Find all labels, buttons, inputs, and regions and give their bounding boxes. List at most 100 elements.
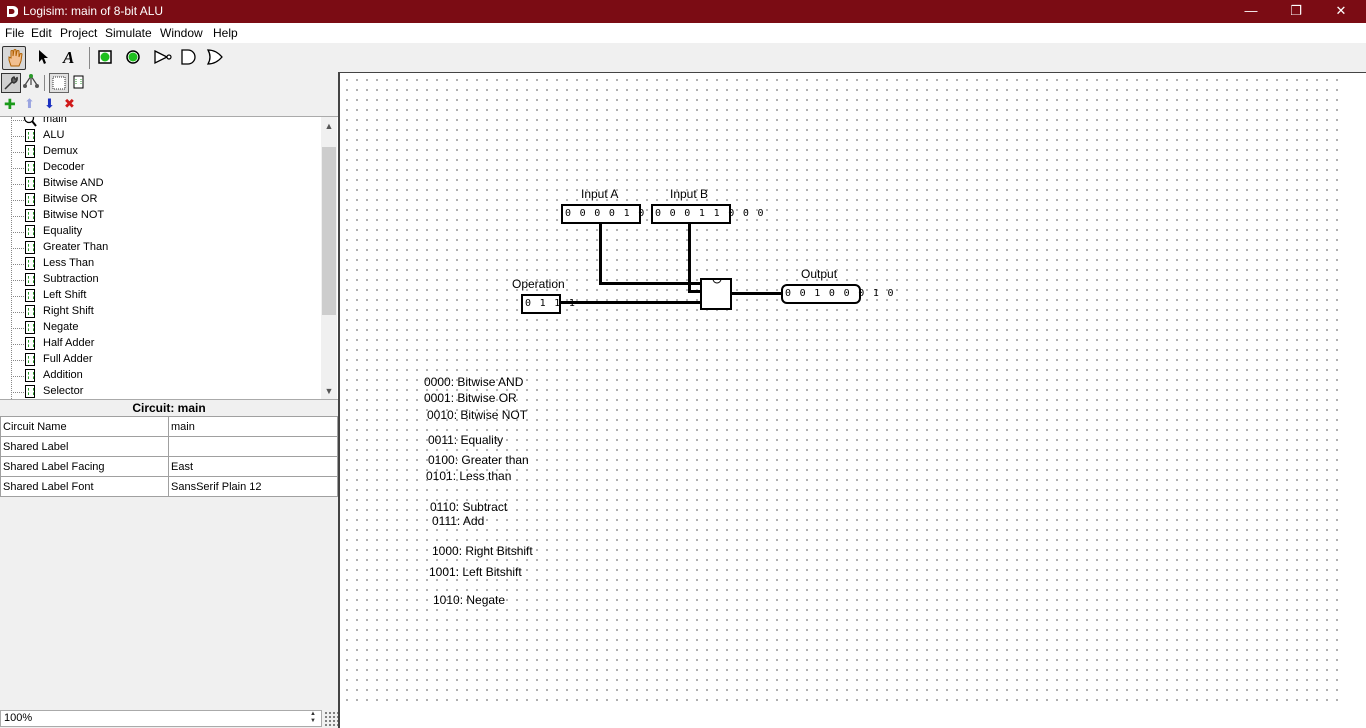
tree-item-full-adder[interactable]: Full Adder: [0, 352, 320, 368]
scrollbar-thumb[interactable]: [322, 147, 336, 315]
menu-bar: File Edit Project Simulate Window Help: [0, 23, 1366, 43]
menu-help[interactable]: Help: [213, 26, 238, 40]
scroll-up-arrow-icon[interactable]: ▲: [321, 118, 337, 134]
tree-item-left-shift[interactable]: Left Shift: [0, 288, 320, 304]
tree-item-equality[interactable]: Equality: [0, 224, 320, 240]
opcode-note: 0101: Less than: [426, 469, 512, 483]
tree-item-label: Full Adder: [43, 353, 93, 365]
alu-subcircuit[interactable]: [700, 278, 732, 310]
property-row-shared-label-facing: Shared Label Facing East: [0, 456, 338, 477]
tree-item-bitwise-or[interactable]: Bitwise OR: [0, 192, 320, 208]
tree-item-alu[interactable]: ALU: [0, 128, 320, 144]
left-panel: ✚ ⬆ ⬇ ✖ main ALU Demux Decoder Bitwise A…: [0, 73, 338, 728]
output-pin: 0 0 1 0 0 0 1 0: [781, 284, 894, 304]
tree-item-half-adder[interactable]: Half Adder: [0, 336, 320, 352]
tree-item-label: Equality: [43, 225, 83, 237]
tree-item-less-than[interactable]: Less Than: [0, 256, 320, 272]
hand-icon: [8, 49, 23, 67]
tree-item-label: Less Than: [43, 257, 95, 269]
wire-input-a: [599, 223, 602, 285]
wire-input-a: [599, 282, 701, 285]
delete-circuit-icon[interactable]: ✖: [64, 96, 75, 112]
subcircuit-icon: [25, 177, 35, 190]
scroll-down-arrow-icon[interactable]: ▼: [321, 383, 337, 399]
tree-item-label: Left Shift: [43, 289, 87, 301]
resize-grip[interactable]: [324, 711, 338, 727]
tree-item-label: Demux: [43, 145, 78, 157]
select-tool-button[interactable]: [32, 46, 56, 70]
property-key: Shared Label: [0, 436, 169, 457]
and-gate-tool-button[interactable]: [177, 46, 201, 70]
subcircuit-icon: [25, 385, 35, 398]
menu-window[interactable]: Window: [160, 26, 203, 40]
property-key: Circuit Name: [0, 416, 169, 437]
maximize-button[interactable]: ❐: [1273, 0, 1319, 23]
minimize-button[interactable]: —: [1228, 0, 1274, 23]
input-pin-tool-button[interactable]: [94, 46, 118, 70]
properties-table: Circuit Name main Shared Label Shared La…: [0, 416, 338, 497]
operation-pin[interactable]: 0 1 1 1: [521, 294, 575, 314]
hand-poke-tool-button[interactable]: [2, 46, 26, 70]
wire-operation: [559, 301, 701, 304]
menu-project[interactable]: Project: [60, 26, 97, 40]
input-a-pin[interactable]: 0 0 0 0 1 0 1 0: [561, 204, 674, 224]
text-tool-button[interactable]: A: [58, 46, 82, 70]
circuit-canvas[interactable]: Input A Input B Operation Output 0 0 0 0…: [338, 72, 1366, 728]
tree-item-decoder[interactable]: Decoder: [0, 160, 320, 176]
tree-item-right-shift[interactable]: Right Shift: [0, 304, 320, 320]
appearance-view-button[interactable]: [70, 73, 88, 93]
properties-title: Circuit: main: [132, 401, 206, 415]
layout-view-button[interactable]: [49, 73, 69, 93]
tree-item-label: Bitwise NOT: [43, 209, 105, 221]
opcode-note: 0000: Bitwise AND: [424, 375, 524, 389]
tree-item-main[interactable]: main: [0, 117, 320, 128]
simulation-tree-icon: [23, 74, 39, 88]
property-value-shared-label-font[interactable]: SansSerif Plain 12: [168, 476, 338, 497]
tree-scrollbar[interactable]: ▲ ▼: [321, 117, 337, 399]
circuit-tree: main ALU Demux Decoder Bitwise AND Bitwi…: [0, 116, 338, 400]
property-value-shared-label-facing[interactable]: East: [168, 456, 338, 477]
tree-item-bitwise-and[interactable]: Bitwise AND: [0, 176, 320, 192]
move-down-icon[interactable]: ⬇: [44, 96, 55, 112]
output-pin-tool-button[interactable]: [122, 46, 146, 70]
zoom-spinner[interactable]: ▲ ▼: [306, 711, 320, 726]
subcircuit-icon: [25, 145, 35, 158]
canvas-margin: [340, 705, 1366, 728]
not-gate-tool-button[interactable]: [150, 46, 174, 70]
subcircuit-icon: [25, 273, 35, 286]
magnifier-icon: [23, 117, 37, 127]
tree-item-label: Bitwise OR: [43, 193, 98, 205]
tree-item-label: Addition: [43, 369, 83, 381]
explorer-separator: [44, 75, 45, 91]
property-value-shared-label[interactable]: [168, 436, 338, 457]
tree-item-negate[interactable]: Negate: [0, 320, 320, 336]
tree-item-greater-than[interactable]: Greater Than: [0, 240, 320, 256]
zoom-field[interactable]: 100% ▲ ▼: [0, 710, 322, 727]
toolbox-view-button[interactable]: [1, 73, 21, 93]
tree-item-label: Subtraction: [43, 273, 99, 285]
subcircuit-icon: [25, 129, 35, 142]
simulation-view-button[interactable]: [22, 73, 40, 93]
opcode-note: 1000: Right Bitshift: [432, 544, 533, 558]
tree-item-label: Right Shift: [43, 305, 94, 317]
tree-item-label: Negate: [43, 321, 79, 333]
tree-item-selector[interactable]: Selector: [0, 384, 320, 399]
menu-file[interactable]: File: [5, 26, 24, 40]
add-circuit-icon[interactable]: ✚: [4, 96, 16, 113]
tree-item-subtraction[interactable]: Subtraction: [0, 272, 320, 288]
tree-item-addition[interactable]: Addition: [0, 368, 320, 384]
property-value-circuit-name[interactable]: main: [168, 416, 338, 437]
tree-item-bitwise-not[interactable]: Bitwise NOT: [0, 208, 320, 224]
tree-item-demux[interactable]: Demux: [0, 144, 320, 160]
move-up-icon[interactable]: ⬆: [24, 96, 35, 112]
opcode-note: 0110: Subtract: [430, 500, 508, 514]
wire-input-b: [688, 223, 691, 293]
subcircuit-icon: [25, 369, 35, 382]
arrow-pointer-icon: [39, 50, 48, 64]
input-b-pin[interactable]: 0 0 0 1 1 0 0 0: [651, 204, 764, 224]
or-gate-tool-button[interactable]: [204, 46, 228, 70]
menu-simulate[interactable]: Simulate: [105, 26, 152, 40]
close-button[interactable]: ✕: [1318, 0, 1364, 23]
menu-edit[interactable]: Edit: [31, 26, 52, 40]
not-gate-icon: [154, 49, 172, 65]
